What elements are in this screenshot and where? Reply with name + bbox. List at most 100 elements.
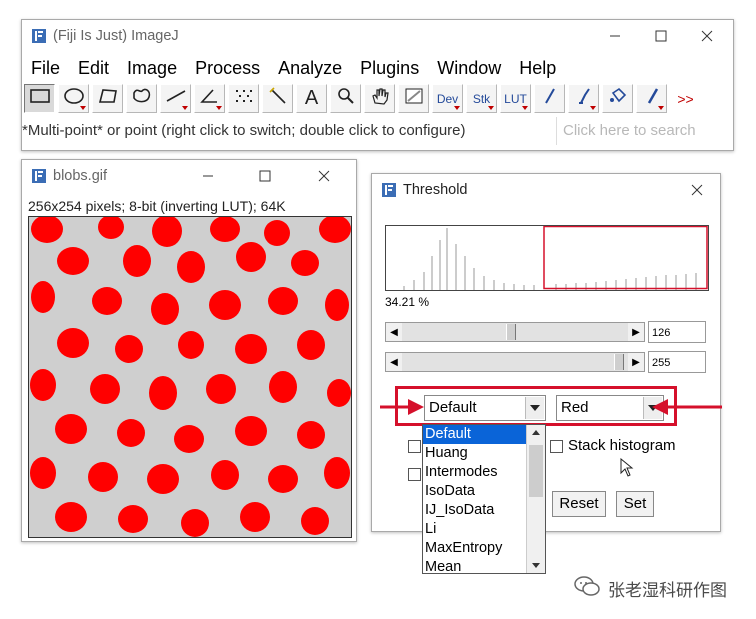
image-info-text: 256x254 pixels; 8-bit (inverting LUT); 6… xyxy=(28,198,286,214)
min-threshold-value[interactable]: 126 xyxy=(648,321,706,343)
pencil-tool-icon xyxy=(539,87,561,110)
display-select-value: Red xyxy=(561,399,589,416)
fiji-app-icon xyxy=(382,183,396,197)
menu-plugins[interactable]: Plugins xyxy=(351,56,428,80)
menu-process[interactable]: Process xyxy=(186,56,269,80)
menu-file[interactable]: File xyxy=(22,56,69,80)
brush-tool[interactable] xyxy=(568,84,599,113)
chevron-down-icon[interactable] xyxy=(525,397,544,419)
main-window-title: (Fiji Is Just) ImageJ xyxy=(53,28,179,44)
slider-right-arrow-icon[interactable]: ▶ xyxy=(628,353,644,371)
right-red-arrow-icon xyxy=(652,399,722,415)
minimize-button[interactable] xyxy=(185,160,231,192)
menu-help[interactable]: Help xyxy=(510,56,565,80)
pencil-tool[interactable] xyxy=(534,84,565,113)
submenu-triangle-icon xyxy=(454,106,460,110)
rectangle-tool-icon xyxy=(29,87,51,110)
submenu-triangle-icon xyxy=(488,106,494,110)
minimize-button[interactable] xyxy=(592,20,638,52)
color-picker-tool-icon xyxy=(403,87,425,110)
menu-analyze[interactable]: Analyze xyxy=(269,56,351,80)
slider-right-arrow-icon[interactable]: ▶ xyxy=(628,323,644,341)
histogram-plot xyxy=(385,225,709,291)
rectangle-tool[interactable] xyxy=(24,84,55,113)
max-threshold-value[interactable]: 255 xyxy=(648,351,706,373)
paintbrush-tool[interactable] xyxy=(636,84,667,113)
lut-tool[interactable]: LUT xyxy=(500,84,531,113)
angle-tool[interactable] xyxy=(194,84,225,113)
mouse-cursor-icon xyxy=(620,457,634,483)
blobs-image-window: blobs.gif 256x254 pixels; 8-bit (inverti… xyxy=(21,159,357,542)
more-tools[interactable]: >> xyxy=(670,84,701,113)
magnifier-tool[interactable] xyxy=(330,84,361,113)
menu-edit[interactable]: Edit xyxy=(69,56,118,80)
method-option[interactable]: IJ_IsoData xyxy=(423,501,526,520)
menu-window[interactable]: Window xyxy=(428,56,510,80)
dropdown-scrollbar[interactable] xyxy=(526,425,545,573)
polygon-tool-icon xyxy=(97,87,119,110)
method-option[interactable]: Huang xyxy=(423,444,526,463)
method-dropdown-list[interactable]: Default Huang Intermodes IsoData IJ_IsoData L… xyxy=(422,424,546,577)
method-option[interactable]: MaxEntropy xyxy=(423,539,526,558)
set-button[interactable]: Set xyxy=(616,491,654,517)
polygon-tool[interactable] xyxy=(92,84,123,113)
scrollbar-thumb[interactable] xyxy=(529,445,543,497)
method-select[interactable]: Default xyxy=(424,395,546,421)
submenu-triangle-icon xyxy=(522,106,528,110)
watermark: 张老湿科研作图 xyxy=(574,576,727,601)
menu-bar: File Edit Image Process Analyze Plugins Window… xyxy=(22,56,565,80)
submenu-triangle-icon xyxy=(216,106,222,110)
thresholded-blobs-image xyxy=(30,217,351,537)
method-option[interactable]: Mean xyxy=(423,558,526,577)
threshold-window-title: Threshold xyxy=(403,182,468,198)
threshold-title-bar[interactable]: Threshold xyxy=(372,174,720,206)
display-select[interactable]: Red xyxy=(556,395,664,421)
flood-fill-tool[interactable] xyxy=(602,84,633,113)
method-option[interactable]: Intermodes xyxy=(423,463,526,482)
wand-tool-icon xyxy=(267,87,289,110)
slider-left-arrow-icon[interactable]: ◀ xyxy=(386,353,402,371)
freehand-tool[interactable] xyxy=(126,84,157,113)
submenu-triangle-icon xyxy=(658,106,664,110)
max-threshold-slider[interactable]: ◀ ▶ xyxy=(385,352,645,372)
method-option[interactable]: Li xyxy=(423,520,526,539)
multipoint-tool-icon xyxy=(233,87,255,110)
close-button[interactable] xyxy=(301,160,347,192)
imagej-main-window: (Fiji Is Just) ImageJ File Edit Image Proce… xyxy=(21,19,734,151)
maximize-button[interactable] xyxy=(242,160,288,192)
multipoint-tool[interactable] xyxy=(228,84,259,113)
image-canvas[interactable] xyxy=(28,216,352,538)
dev-tool[interactable]: Dev xyxy=(432,84,463,113)
blobs-window-title: blobs.gif xyxy=(53,168,108,184)
maximize-button[interactable] xyxy=(638,20,684,52)
line-tool[interactable] xyxy=(160,84,191,113)
threshold-percent: 34.21 % xyxy=(385,295,430,309)
stack-histogram-checkbox[interactable] xyxy=(550,440,563,453)
search-input[interactable]: Click here to search xyxy=(556,117,731,145)
close-button[interactable] xyxy=(674,174,720,206)
close-button[interactable] xyxy=(684,20,730,52)
method-option[interactable]: IsoData xyxy=(423,482,526,501)
oval-tool[interactable] xyxy=(58,84,89,113)
slider-thumb[interactable] xyxy=(614,354,624,370)
wand-tool[interactable] xyxy=(262,84,293,113)
left-red-arrow-icon xyxy=(380,399,424,415)
slider-left-arrow-icon[interactable]: ◀ xyxy=(386,323,402,341)
reset-button[interactable]: Reset xyxy=(552,491,606,517)
menu-image[interactable]: Image xyxy=(118,56,186,80)
stack-histogram-label: Stack histogram xyxy=(568,437,676,454)
text-tool[interactable]: A xyxy=(296,84,327,113)
method-option[interactable]: Default xyxy=(423,425,526,444)
slider-thumb[interactable] xyxy=(506,324,516,340)
min-threshold-slider[interactable]: ◀ ▶ xyxy=(385,322,645,342)
submenu-triangle-icon xyxy=(182,106,188,110)
magnifier-tool-icon xyxy=(335,87,357,110)
stk-tool[interactable]: Stk xyxy=(466,84,497,113)
dont-reset-range-checkbox[interactable] xyxy=(408,468,421,481)
color-picker-tool[interactable] xyxy=(398,84,429,113)
submenu-triangle-icon xyxy=(590,106,596,110)
hand-tool[interactable] xyxy=(364,84,395,113)
status-text: *Multi-point* or point (right click to s… xyxy=(22,122,466,139)
dark-background-checkbox[interactable] xyxy=(408,440,421,453)
stk-tool-label: Stk xyxy=(472,91,491,106)
